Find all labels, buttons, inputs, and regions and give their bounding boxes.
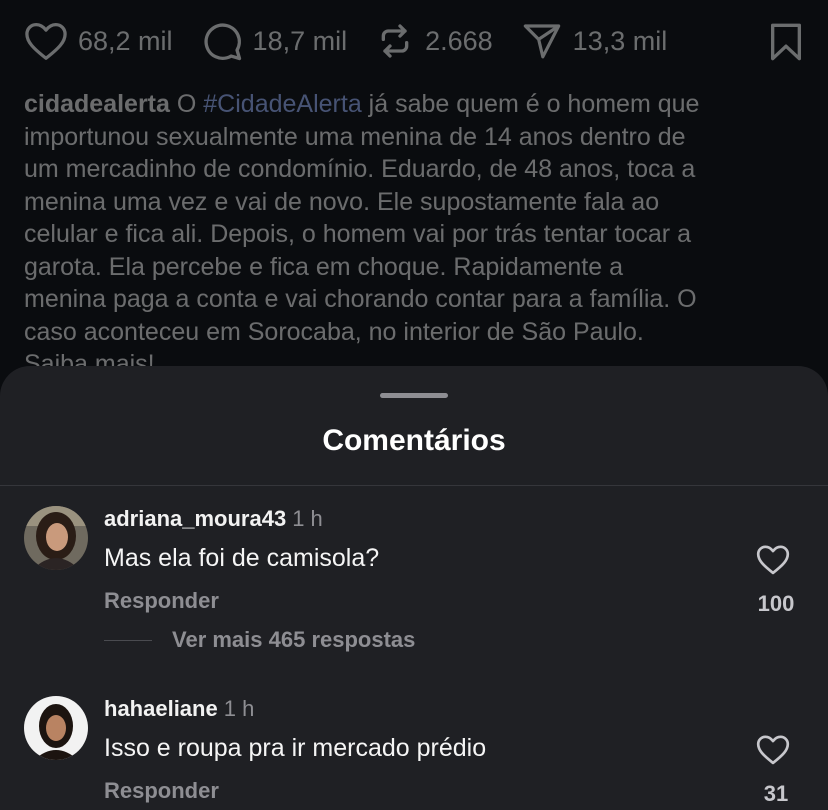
comment-text: Mas ela foi de camisola? bbox=[104, 544, 380, 572]
caption-line: menina uma vez e vai de novo. Ele supost… bbox=[24, 187, 660, 216]
caption-hashtag[interactable]: #CidadeAlerta bbox=[203, 90, 361, 118]
avatar[interactable] bbox=[24, 696, 88, 760]
comment-like-count: 100 bbox=[757, 591, 795, 616]
view-more-replies[interactable]: Ver mais 465 respostas bbox=[104, 627, 415, 653]
avatar-image bbox=[24, 696, 88, 760]
caption-line: um mercadinho de condomínio. Eduardo, de… bbox=[24, 155, 696, 183]
comment-bubble-icon bbox=[204, 23, 241, 61]
send-icon bbox=[523, 24, 560, 59]
sheet-divider bbox=[0, 485, 828, 486]
heart-icon bbox=[756, 545, 790, 575]
share-count: 13,3 mil bbox=[572, 25, 668, 56]
comment-item: hahaeliane 1 h Isso e roupa pra ir mercad… bbox=[0, 696, 828, 810]
comment-item: adriana_moura43 1 h Mas ela foi de camiso… bbox=[0, 506, 828, 656]
comment-username[interactable]: adriana_moura43 bbox=[104, 506, 286, 531]
repost-action[interactable]: 2.668 bbox=[375, 21, 493, 61]
save-button[interactable] bbox=[768, 22, 804, 67]
repost-count: 2.668 bbox=[425, 25, 493, 56]
heart-icon bbox=[25, 23, 67, 60]
comment-like-button[interactable] bbox=[756, 734, 790, 770]
reply-button[interactable]: Responder bbox=[104, 588, 219, 614]
avatar[interactable] bbox=[24, 506, 88, 570]
comment-time: 1 h bbox=[223, 696, 255, 721]
caption-line: já sabe quem é o homem que bbox=[368, 90, 700, 118]
post-caption: cidadealerta O #CidadeAlerta já sabe que… bbox=[24, 88, 814, 381]
comment-count: 18,7 mil bbox=[252, 25, 348, 56]
caption-line: celular e fica ali. Depois, o homem vai … bbox=[24, 220, 691, 248]
comment-like-count: 31 bbox=[763, 781, 789, 806]
bookmark-icon bbox=[771, 23, 801, 61]
reply-button[interactable]: Responder bbox=[104, 778, 219, 804]
comment-action[interactable]: 18,7 mil bbox=[201, 20, 348, 62]
caption-prefix: O bbox=[176, 90, 197, 118]
replies-divider-line bbox=[104, 639, 152, 641]
comment-header: hahaeliane 1 h bbox=[104, 696, 254, 722]
caption-line: caso aconteceu em Sorocaba, no interior … bbox=[24, 317, 644, 346]
post-action-bar: 68,2 mil 18,7 mil 2.668 13,3 mil bbox=[24, 18, 804, 64]
caption-line: importunou sexualmente uma menina de 14 … bbox=[24, 122, 686, 151]
avatar-image bbox=[24, 506, 88, 570]
comment-username[interactable]: hahaeliane bbox=[104, 696, 218, 721]
caption-line: garota. Ela percebe e fica em choque. Ra… bbox=[24, 252, 623, 281]
like-count: 68,2 mil bbox=[78, 25, 173, 56]
sheet-drag-handle[interactable] bbox=[380, 393, 448, 398]
comments-sheet: Comentários adriana_moura43 1 h Mas ela f… bbox=[0, 366, 828, 810]
view-more-replies-label: Ver mais 465 respostas bbox=[172, 627, 416, 652]
sheet-title: Comentários bbox=[322, 424, 506, 457]
caption-username[interactable]: cidadealerta bbox=[24, 90, 170, 118]
caption-line: menina paga a conta e vai chorando conta… bbox=[24, 285, 697, 313]
comment-text: Isso e roupa pra ir mercado prédio bbox=[104, 734, 487, 762]
comment-like-button[interactable] bbox=[756, 544, 790, 580]
heart-icon bbox=[756, 735, 790, 765]
repost-icon bbox=[381, 24, 409, 58]
comment-header: adriana_moura43 1 h bbox=[104, 506, 323, 532]
comment-time: 1 h bbox=[292, 506, 323, 531]
like-action[interactable]: 68,2 mil bbox=[24, 21, 173, 61]
post-background: 68,2 mil 18,7 mil 2.668 13,3 mil cidadea… bbox=[0, 0, 828, 400]
share-action[interactable]: 13,3 mil bbox=[521, 21, 668, 61]
